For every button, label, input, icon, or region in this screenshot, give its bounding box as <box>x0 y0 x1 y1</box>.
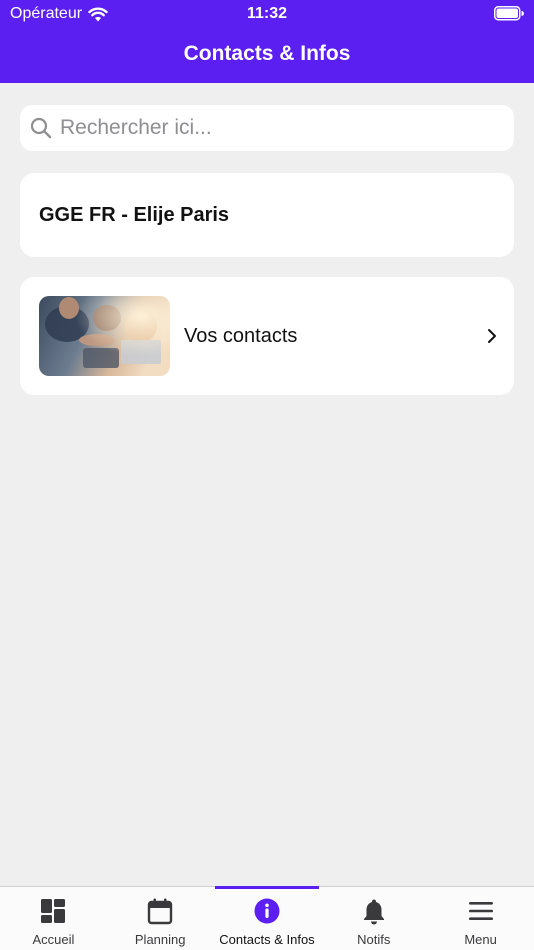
search-icon <box>30 117 52 139</box>
search-input[interactable] <box>60 116 514 140</box>
status-time: 11:32 <box>246 5 288 22</box>
organization-card[interactable]: GGE FR - Elije Paris <box>20 173 514 257</box>
page-title: Contacts & Infos <box>183 42 351 65</box>
tab-label: Accueil <box>32 932 75 947</box>
tab-label: Contacts & Infos <box>219 932 315 947</box>
organization-name: GGE FR - Elije Paris <box>39 203 230 226</box>
tab-contacts-infos[interactable]: Contacts & Infos <box>214 886 321 950</box>
calendar-icon <box>147 898 173 925</box>
tab-label: Notifs <box>357 932 391 947</box>
status-bar: Opérateur 11:32 <box>0 0 534 28</box>
tab-planning[interactable]: Planning <box>107 887 214 950</box>
tab-accueil[interactable]: Accueil <box>0 887 107 950</box>
tab-bar: Accueil Planning Contacts & Infos Notifs <box>0 886 534 950</box>
active-tab-indicator <box>214 886 320 889</box>
bell-icon <box>363 899 384 925</box>
tab-notifs[interactable]: Notifs <box>320 887 427 950</box>
menu-icon <box>468 902 493 920</box>
chevron-right-icon <box>488 329 496 343</box>
tab-label: Menu <box>464 932 497 947</box>
search-bar[interactable] <box>20 105 514 151</box>
app-header: Opérateur 11:32 Contacts & Infos <box>0 0 534 83</box>
dashboard-icon <box>41 899 66 923</box>
tab-menu[interactable]: Menu <box>427 887 534 950</box>
info-icon <box>254 898 280 924</box>
team-photo <box>39 296 170 376</box>
contacts-card[interactable]: Vos contacts <box>20 277 514 395</box>
contacts-label: Vos contacts <box>184 324 298 347</box>
battery-icon <box>494 6 524 21</box>
tab-label: Planning <box>134 932 186 947</box>
